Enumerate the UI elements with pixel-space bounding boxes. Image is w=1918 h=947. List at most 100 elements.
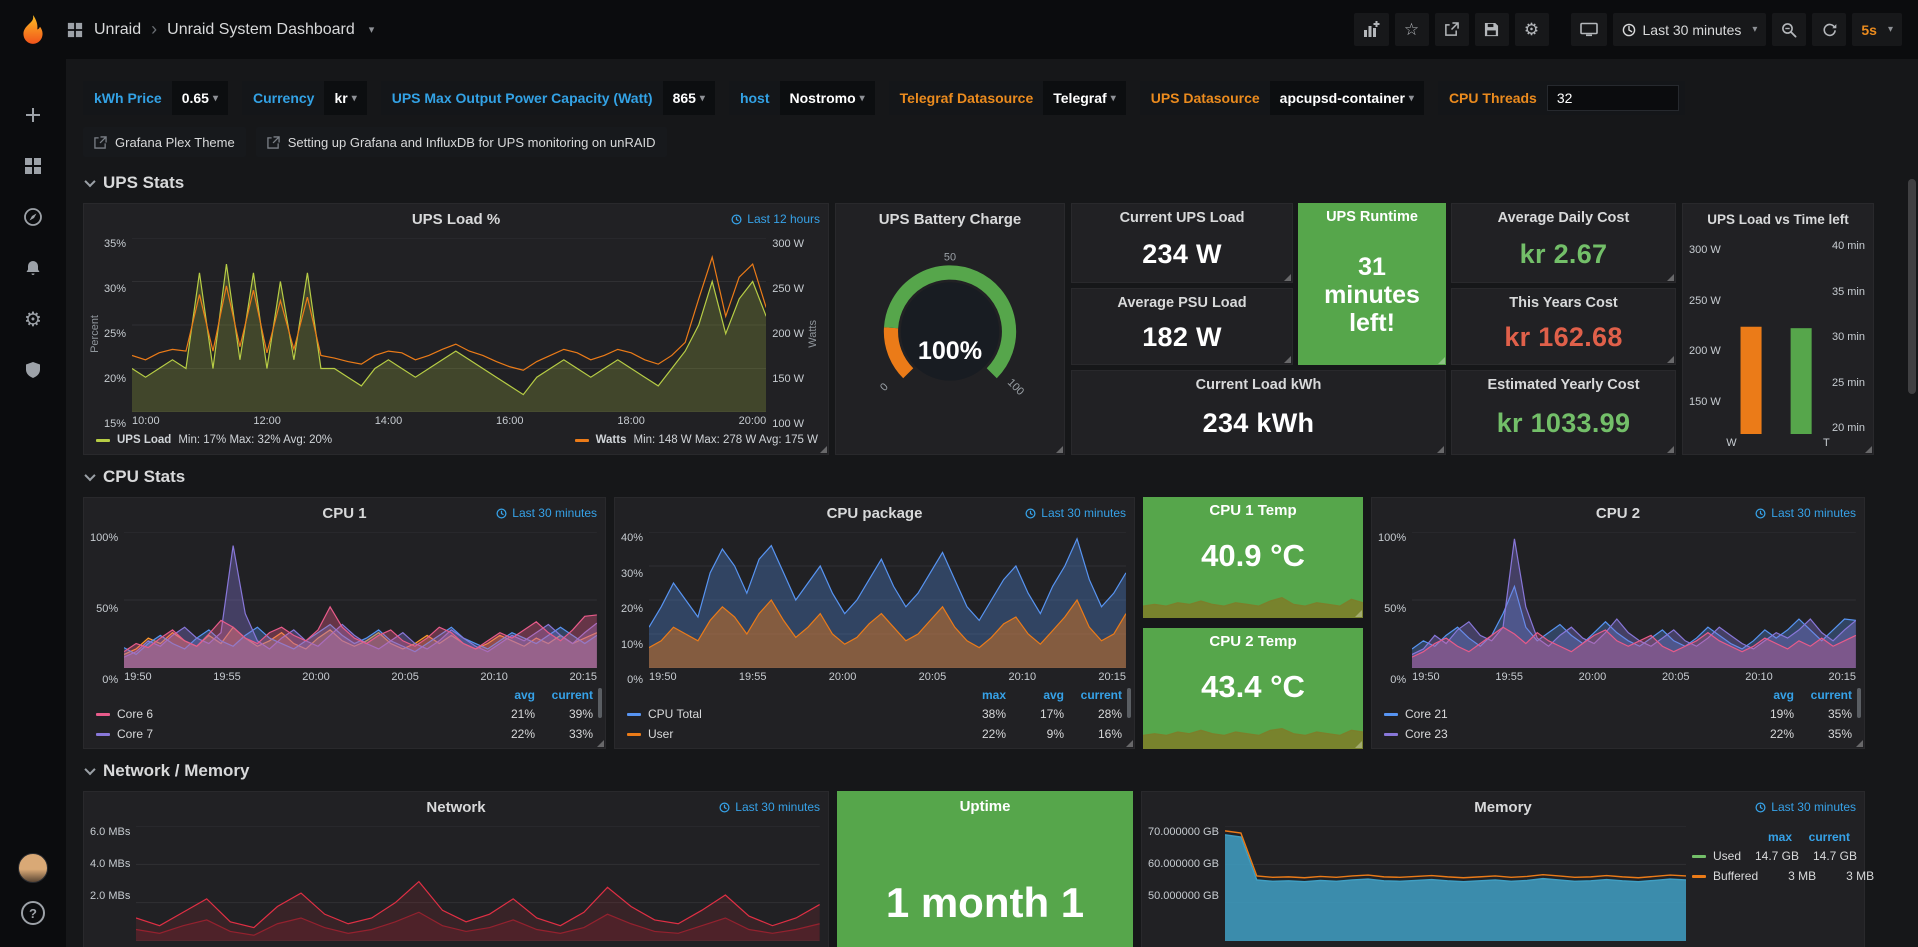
scrollbar-thumb[interactable] (1908, 179, 1916, 394)
panel-title[interactable]: Average PSU Load (1117, 295, 1246, 311)
sidebar-item-explore[interactable] (21, 205, 45, 229)
link-grafana-plex-theme[interactable]: Grafana Plex Theme (83, 127, 246, 157)
legend-col-avg[interactable]: avg (1006, 688, 1064, 702)
panel-title[interactable]: CPU 1 (322, 505, 366, 522)
panel-time-range[interactable]: Last 30 minutes (1755, 792, 1856, 822)
series-name[interactable]: CPU Total (648, 707, 702, 721)
legend-col-current[interactable]: current (1794, 688, 1852, 702)
variable-host[interactable]: host Nostromo▾ (729, 81, 875, 115)
legend-row[interactable]: Core 23 22%35% (1384, 724, 1852, 744)
panel-title[interactable]: Network (426, 799, 485, 816)
share-dashboard-button[interactable] (1435, 13, 1469, 46)
variable-kwh-price[interactable]: kWh Price 0.65▾ (83, 81, 228, 115)
cycle-view-button[interactable] (1571, 13, 1607, 46)
legend-series-ups-load[interactable]: UPS Load Min: 17% Max: 32% Avg: 20% (96, 434, 332, 446)
panel-title[interactable]: Uptime (960, 798, 1011, 815)
panel-title[interactable]: UPS Battery Charge (879, 211, 1022, 228)
variable-cpu-threads[interactable]: CPU Threads 32 (1438, 81, 1685, 115)
sidebar-item-create[interactable] (21, 103, 45, 127)
variable-value-dropdown[interactable]: apcupsd-container▾ (1270, 81, 1424, 115)
panel-title[interactable]: UPS Load vs Time left (1707, 212, 1849, 227)
legend-row[interactable]: Buffered 3 MB3 MB (1692, 866, 1850, 886)
breadcrumb-root[interactable]: Unraid (94, 21, 141, 39)
save-dashboard-button[interactable] (1475, 13, 1509, 46)
dashboard-title-caret-icon[interactable]: ▾ (369, 23, 375, 36)
series-name[interactable]: User (648, 727, 673, 741)
panel-title[interactable]: CPU 2 Temp (1209, 633, 1296, 650)
variable-value-dropdown[interactable]: Telegraf▾ (1043, 81, 1125, 115)
variable-value-dropdown[interactable]: Nostromo▾ (780, 81, 875, 115)
legend-row[interactable]: Core 21 19%35% (1384, 704, 1852, 724)
panel-time-range[interactable]: Last 12 hours (731, 204, 820, 234)
variable-value-dropdown[interactable]: kr▾ (324, 81, 366, 115)
y-tick-label: 0% (1390, 674, 1406, 686)
legend-series-watts[interactable]: Watts Min: 148 W Max: 278 W Avg: 175 W (575, 434, 818, 446)
legend-col-max[interactable]: max (1734, 830, 1792, 844)
series-name[interactable]: UPS Load (117, 434, 171, 446)
panel-title[interactable]: Current Load kWh (1196, 377, 1322, 393)
variable-ups-max-output[interactable]: UPS Max Output Power Capacity (Watt) 865… (381, 81, 715, 115)
apps-icon[interactable] (66, 21, 84, 39)
time-range-picker[interactable]: Last 30 minutes ▾ (1613, 13, 1767, 46)
variable-value-dropdown[interactable]: 0.65▾ (172, 81, 228, 115)
legend-col-current[interactable]: current (1792, 830, 1850, 844)
variable-value-dropdown[interactable]: 865▾ (663, 81, 715, 115)
panel-title[interactable]: CPU 2 (1596, 505, 1640, 522)
panel-title[interactable]: CPU 1 Temp (1209, 502, 1296, 519)
panel-title[interactable]: Current UPS Load (1120, 210, 1245, 226)
add-panel-button[interactable] (1354, 13, 1389, 46)
legend-row[interactable]: Used 14.7 GB14.7 GB (1692, 846, 1850, 866)
sidebar-item-dashboards[interactable] (21, 154, 45, 178)
panel-time-range[interactable]: Last 30 minutes (1755, 498, 1856, 528)
legend-row[interactable]: User 22%9%16% (627, 724, 1122, 744)
panel-title[interactable]: UPS Load % (412, 211, 500, 228)
panel-title[interactable]: UPS Runtime (1326, 209, 1418, 225)
sidebar-item-server-admin[interactable] (21, 358, 45, 382)
panel-title[interactable]: This Years Cost (1509, 295, 1618, 311)
refresh-button[interactable] (1812, 13, 1846, 46)
legend-col-current[interactable]: current (535, 688, 593, 702)
dashboard-settings-button[interactable]: ⚙ (1515, 13, 1549, 46)
legend-col-avg[interactable]: avg (477, 688, 535, 702)
zoom-out-time-button[interactable] (1772, 13, 1806, 46)
legend-row[interactable]: Core 6 21%39% (96, 704, 593, 724)
panel-time-range[interactable]: Last 30 minutes (719, 792, 820, 822)
series-name[interactable]: Buffered (1713, 869, 1758, 883)
cpu-threads-input[interactable]: 32 (1547, 85, 1679, 111)
star-dashboard-button[interactable]: ☆ (1395, 13, 1429, 46)
panel-time-range[interactable]: Last 30 minutes (496, 498, 597, 528)
legend-col-avg[interactable]: avg (1736, 688, 1794, 702)
panel-title[interactable]: Memory (1474, 799, 1532, 816)
section-cpu-stats[interactable]: CPU Stats (86, 467, 1902, 487)
section-network-memory[interactable]: Network / Memory (86, 761, 1902, 781)
legend-col-current[interactable]: current (1064, 688, 1122, 702)
series-name[interactable]: Watts (596, 434, 627, 446)
grafana-logo[interactable] (0, 13, 66, 47)
panel-title[interactable]: CPU package (827, 505, 923, 522)
sidebar-item-alerting[interactable] (21, 256, 45, 280)
legend-scrollbar[interactable] (598, 688, 602, 718)
panel-title[interactable]: Average Daily Cost (1498, 210, 1630, 226)
series-name[interactable]: Core 6 (117, 707, 153, 721)
dashboard-title[interactable]: Unraid System Dashboard (167, 21, 355, 39)
legend-row[interactable]: CPU Total 38%17%28% (627, 704, 1122, 724)
legend-row[interactable]: Core 7 22%33% (96, 724, 593, 744)
legend-scrollbar[interactable] (1857, 688, 1861, 718)
panel-title[interactable]: Estimated Yearly Cost (1487, 377, 1639, 393)
legend-scrollbar[interactable] (1127, 688, 1131, 718)
section-ups-stats[interactable]: UPS Stats (86, 173, 1902, 193)
link-ups-monitoring-guide[interactable]: Setting up Grafana and InfluxDB for UPS … (256, 127, 667, 157)
series-name[interactable]: Core 7 (117, 727, 153, 741)
variable-ups-datasource[interactable]: UPS Datasource apcupsd-container▾ (1140, 81, 1424, 115)
legend-col-max[interactable]: max (948, 688, 1006, 702)
refresh-interval-picker[interactable]: 5s ▾ (1852, 13, 1902, 46)
help-icon[interactable]: ? (21, 901, 45, 925)
panel-time-range[interactable]: Last 30 minutes (1025, 498, 1126, 528)
series-name[interactable]: Core 23 (1405, 727, 1448, 741)
series-name[interactable]: Used (1713, 849, 1741, 863)
user-avatar[interactable] (18, 853, 48, 883)
variable-currency[interactable]: Currency kr▾ (242, 81, 367, 115)
sidebar-item-configuration[interactable]: ⚙ (21, 307, 45, 331)
variable-telegraf-datasource[interactable]: Telegraf Datasource Telegraf▾ (889, 81, 1126, 115)
series-name[interactable]: Core 21 (1405, 707, 1448, 721)
